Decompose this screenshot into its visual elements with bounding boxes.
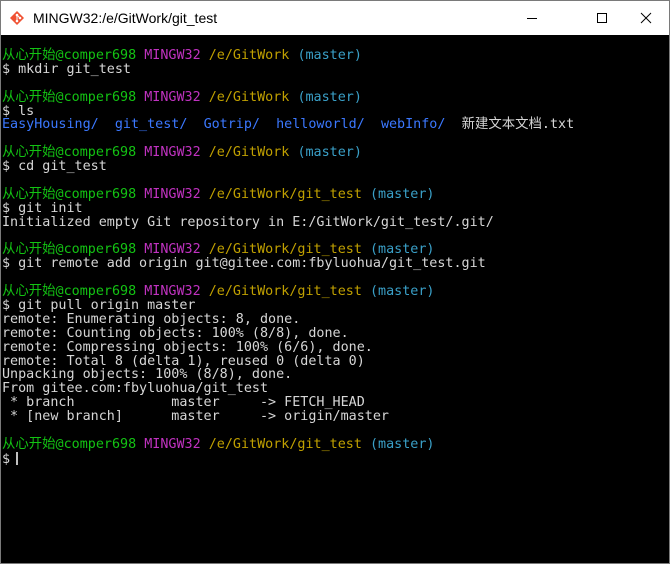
prompt-system: MINGW32	[144, 186, 201, 202]
prompt-system: MINGW32	[144, 436, 201, 452]
output-line: remote: Compressing objects: 100% (6/6),…	[2, 339, 669, 355]
command-line: $ git pull origin master	[2, 299, 669, 313]
command-line: $ mkdir git_test	[2, 61, 669, 77]
prompt-system: MINGW32	[144, 89, 201, 105]
output-text: * [new branch] master -> origin/master	[2, 409, 389, 425]
output-line: Unpacking objects: 100% (8/8), done.	[2, 368, 669, 382]
command-line: $ git init	[2, 200, 669, 216]
prompt-path: /e/GitWork/git_test	[208, 436, 362, 452]
command-text: $ git pull origin master	[2, 298, 196, 314]
prompt-branch: (master)	[297, 145, 362, 161]
prompt-system: MINGW32	[144, 284, 201, 300]
ls-directory: git_test/	[114, 117, 188, 133]
maximize-icon	[596, 12, 608, 24]
output-text: Unpacking objects: 100% (8/8), done.	[2, 367, 293, 383]
prompt-path: /e/GitWork	[208, 89, 290, 105]
prompt-system: MINGW32	[144, 48, 201, 63]
git-bash-icon	[9, 10, 25, 26]
output-text: Initialized empty Git repository in E:/G…	[2, 214, 494, 230]
prompt-line: 从心开始@comper698 MINGW32 /e/GitWork/git_te…	[2, 436, 669, 452]
output-text: From gitee.com:fbyluohua/git_test	[2, 381, 269, 397]
prompt-path: /e/GitWork	[208, 48, 290, 63]
prompt-path: /e/GitWork	[208, 145, 290, 161]
output-text: * branch master -> FETCH_HEAD	[2, 395, 365, 411]
prompt-path: /e/GitWork/git_test	[208, 186, 362, 202]
prompt-user: 从心开始@comper698	[2, 89, 137, 105]
prompt-system: MINGW32	[144, 145, 201, 161]
ls-directory: EasyHousing/	[2, 117, 99, 133]
ls-directory: Gotrip/	[203, 117, 260, 133]
output-line: remote: Enumerating objects: 8, done.	[2, 311, 669, 327]
output-line: * [new branch] master -> origin/master	[2, 410, 669, 424]
prompt-path: /e/GitWork/git_test	[208, 284, 362, 300]
prompt-branch: (master)	[370, 436, 435, 452]
output-line: * branch master -> FETCH_HEAD	[2, 396, 669, 410]
output-text: remote: Compressing objects: 100% (6/6),…	[2, 339, 373, 355]
prompt-path: /e/GitWork/git_test	[208, 242, 362, 258]
minimize-icon	[526, 12, 538, 24]
prompt-line: 从心开始@comper698 MINGW32 /e/GitWork/git_te…	[2, 285, 669, 299]
prompt-line: 从心开始@comper698 MINGW32 /e/GitWork (maste…	[2, 89, 669, 105]
output-line: From gitee.com:fbyluohua/git_test	[2, 382, 669, 396]
prompt-line: 从心开始@comper698 MINGW32 /e/GitWork (maste…	[2, 49, 669, 63]
output-line: remote: Counting objects: 100% (8/8), do…	[2, 325, 669, 341]
command-text: $ git remote add origin git@gitee.com:fb…	[2, 256, 486, 272]
title-bar[interactable]: MINGW32:/e/GitWork/git_test	[1, 1, 669, 35]
command-line: $ git remote add origin git@gitee.com:fb…	[2, 257, 669, 271]
terminal-window: MINGW32:/e/GitWork/git_test 从心开始@comper6…	[0, 0, 670, 564]
maximize-button[interactable]	[579, 1, 625, 35]
command-text: $ cd git_test	[2, 159, 107, 175]
prompt-user: 从心开始@comper698	[2, 436, 137, 452]
ls-directory: webInfo/	[380, 117, 446, 133]
command-text: $ mkdir git_test	[2, 61, 131, 77]
prompt-line: 从心开始@comper698 MINGW32 /e/GitWork/git_te…	[2, 186, 669, 202]
command-line: $ cd git_test	[2, 160, 669, 174]
output-text: remote: Counting objects: 100% (8/8), do…	[2, 325, 349, 341]
command-line: $	[2, 451, 669, 467]
prompt-user: 从心开始@comper698	[2, 242, 137, 258]
prompt-branch: (master)	[297, 89, 362, 105]
prompt-line: 从心开始@comper698 MINGW32 /e/GitWork/git_te…	[2, 243, 669, 257]
prompt-user: 从心开始@comper698	[2, 284, 137, 300]
ls-output-line: EasyHousing/ git_test/ Gotrip/ helloworl…	[2, 118, 669, 132]
prompt-branch: (master)	[370, 186, 435, 202]
prompt-user: 从心开始@comper698	[2, 186, 137, 202]
terminal-output[interactable]: 从心开始@comper698 MINGW32 /e/GitWork (maste…	[1, 35, 669, 563]
output-line: Initialized empty Git repository in E:/G…	[2, 214, 669, 230]
close-button[interactable]	[623, 1, 669, 35]
command-text: $	[2, 451, 11, 467]
prompt-user: 从心开始@comper698	[2, 48, 137, 63]
prompt-line: 从心开始@comper698 MINGW32 /e/GitWork (maste…	[2, 146, 669, 160]
minimize-button[interactable]	[509, 1, 555, 35]
text-cursor	[16, 451, 19, 465]
command-text: $ git init	[2, 200, 83, 216]
window-title: MINGW32:/e/GitWork/git_test	[33, 10, 218, 26]
prompt-branch: (master)	[297, 48, 362, 63]
ls-directory: helloworld/	[276, 117, 365, 133]
prompt-user: 从心开始@comper698	[2, 145, 137, 161]
output-text: remote: Total 8 (delta 1), reused 0 (del…	[2, 353, 365, 369]
output-text: remote: Enumerating objects: 8, done.	[2, 311, 301, 327]
prompt-system: MINGW32	[144, 242, 201, 258]
close-icon	[640, 12, 652, 24]
prompt-branch: (master)	[370, 284, 435, 300]
ls-file: 新建文本文档.txt	[461, 117, 575, 133]
prompt-branch: (master)	[370, 242, 435, 258]
output-line: remote: Total 8 (delta 1), reused 0 (del…	[2, 353, 669, 369]
